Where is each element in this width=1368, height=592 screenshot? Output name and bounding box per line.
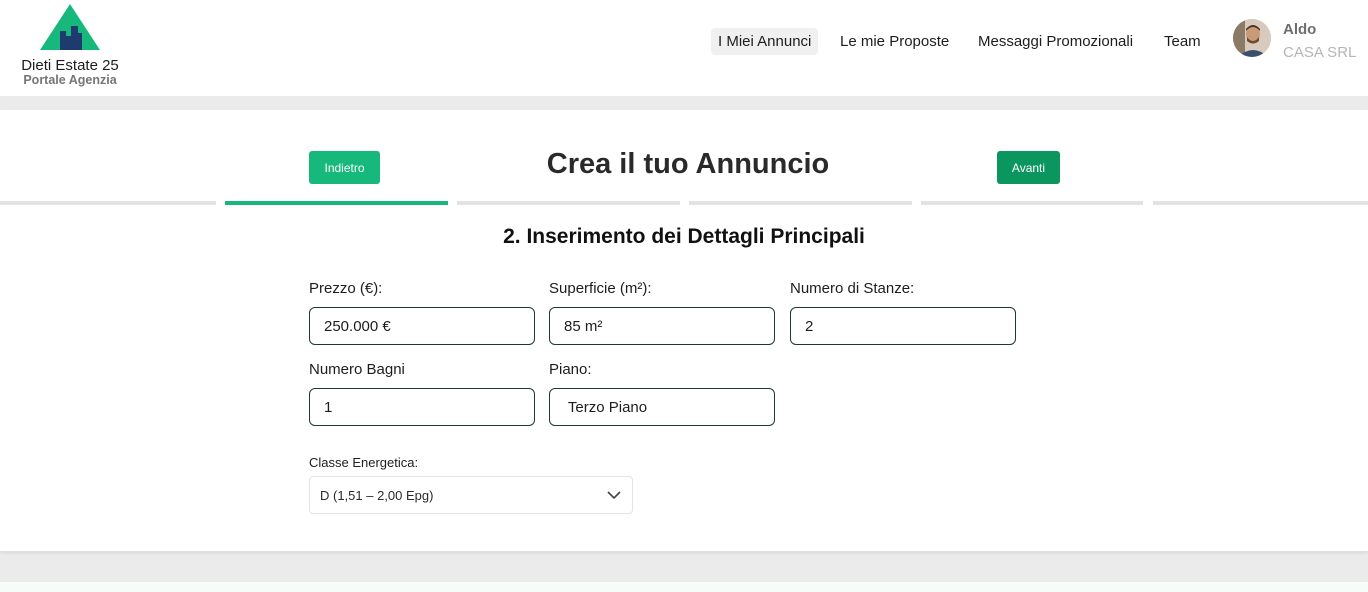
progress-step-1 — [0, 201, 216, 205]
progress-step-2 — [225, 201, 448, 205]
house-logo-icon — [40, 4, 100, 50]
progress-step-4 — [689, 201, 912, 205]
surface-input[interactable] — [549, 307, 775, 345]
progress-step-6 — [1153, 201, 1368, 205]
brand-logo[interactable]: Dieti Estate 25 Portale Agenzia — [14, 2, 126, 90]
footer-strip — [0, 582, 1368, 592]
price-label: Prezzo (€): — [309, 280, 383, 297]
nav-item-team[interactable]: Team — [1157, 26, 1208, 56]
create-listing-card: Indietro Crea il tuo Annuncio Avanti 2. … — [0, 110, 1368, 551]
page-title: Crea il tuo Annuncio — [546, 148, 830, 180]
top-header: Dieti Estate 25 Portale Agenzia I Miei A… — [0, 0, 1368, 96]
nav-item-my-listings[interactable]: I Miei Annunci — [711, 26, 819, 56]
nav-item-label[interactable]: I Miei Annunci — [711, 27, 819, 55]
nav-item-label[interactable]: Team — [1157, 28, 1208, 55]
user-photo-icon — [1233, 19, 1271, 57]
nav-item-promo-messages[interactable]: Messaggi Promozionali — [971, 26, 1140, 56]
next-button[interactable]: Avanti — [997, 151, 1060, 184]
nav-item-label[interactable]: Messaggi Promozionali — [971, 28, 1140, 55]
progress-step-5 — [921, 201, 1143, 205]
rooms-label: Numero di Stanze: — [790, 280, 915, 297]
back-button[interactable]: Indietro — [309, 151, 380, 184]
energy-class-select[interactable]: D (1,51 – 2,00 Epg) — [309, 476, 633, 514]
rooms-input[interactable] — [790, 307, 1016, 345]
chevron-down-icon — [607, 491, 621, 500]
surface-label: Superficie (m²): — [549, 280, 652, 297]
bathrooms-input[interactable] — [309, 388, 535, 426]
bathrooms-label: Numero Bagni — [309, 361, 405, 378]
nav-item-my-proposals[interactable]: Le mie Proposte — [833, 26, 956, 56]
user-name: Aldo — [1283, 21, 1317, 38]
floor-label: Piano: — [549, 361, 592, 378]
floor-input[interactable] — [549, 388, 775, 426]
energy-class-label: Classe Energetica: — [309, 455, 419, 470]
avatar[interactable] — [1233, 19, 1271, 57]
step-title: 2. Inserimento dei Dettagli Principali — [503, 225, 865, 248]
progress-step-3 — [457, 201, 680, 205]
energy-class-value: D (1,51 – 2,00 Epg) — [320, 487, 434, 503]
price-input[interactable] — [309, 307, 535, 345]
brand-name: Dieti Estate 25 — [21, 57, 119, 74]
nav-item-label[interactable]: Le mie Proposte — [833, 28, 956, 55]
brand-subtitle: Portale Agenzia — [23, 73, 117, 87]
user-company: CASA SRL — [1283, 44, 1357, 61]
